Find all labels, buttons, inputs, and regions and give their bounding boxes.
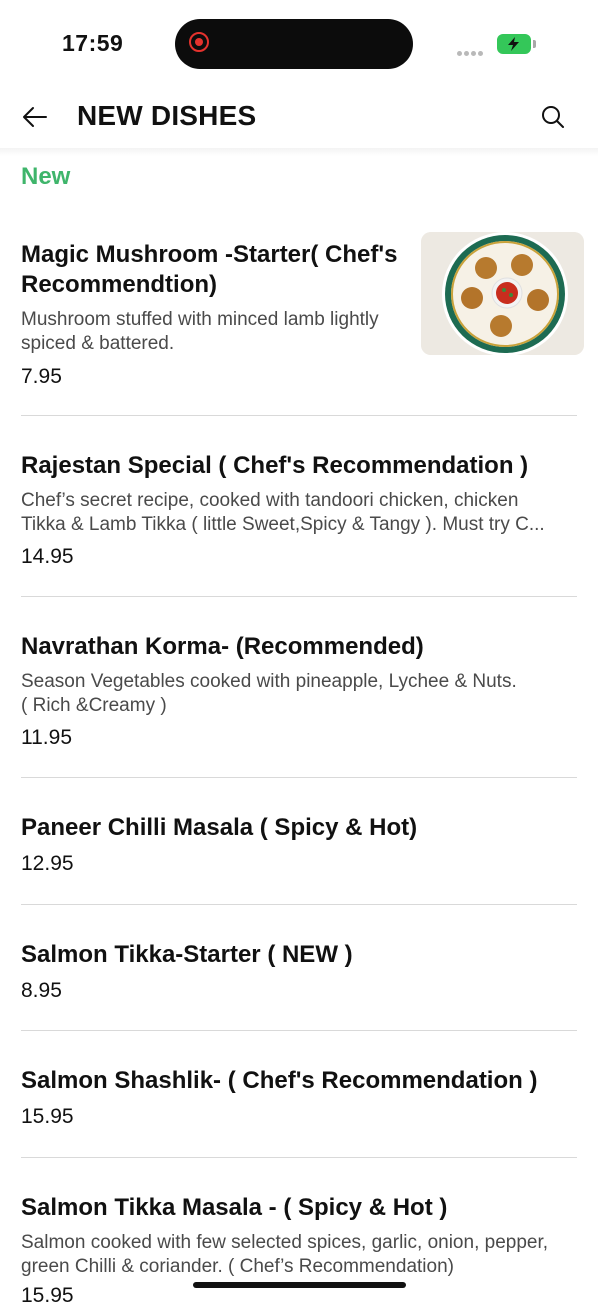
dish-name[interactable]: Salmon Shashlik- ( Chef's Recommendation… [21,1066,537,1096]
divider [21,1157,577,1158]
dish-price: 7.95 [21,365,62,388]
dish-price: 15.95 [21,1284,74,1307]
dish-image[interactable] [421,232,584,355]
battery-tip [533,40,536,48]
battery-charging-icon [497,34,531,54]
search-icon[interactable] [538,102,568,132]
dish-description: Tikka & Lamb Tikka ( little Sweet,Spicy … [21,514,545,535]
dish-description: ( Rich &Creamy ) [21,695,167,716]
app-header: NEW DISHES [0,90,598,150]
dish-price: 8.95 [21,979,62,1002]
dish-description: Season Vegetables cooked with pineapple,… [21,671,517,692]
dish-description: Mushroom stuffed with minced lamb lightl… [21,309,379,330]
dish-item[interactable] [0,0,598,1]
signal-icon [457,43,487,56]
dish-name[interactable]: Recommendtion) [21,270,217,300]
dish-description: spiced & battered. [21,333,175,354]
divider [21,1030,577,1031]
dish-price: 12.95 [21,852,74,875]
dynamic-island [175,19,413,69]
home-indicator[interactable] [193,1282,406,1288]
page-title: NEW DISHES [77,100,257,131]
arrow-left-icon[interactable] [20,102,50,132]
dish-price: 15.95 [21,1105,74,1128]
header-shadow [0,148,598,156]
dish-name[interactable]: Rajestan Special ( Chef's Recommendation… [21,451,528,481]
dish-name[interactable]: Paneer Chilli Masala ( Spicy & Hot) [21,813,417,843]
dish-description: green Chilli & coriander. ( Chef’s Recom… [21,1256,454,1277]
divider [21,415,577,416]
dish-name[interactable]: Navrathan Korma- (Recommended) [21,632,424,662]
dish-price: 14.95 [21,545,74,568]
divider [21,904,577,905]
dish-name[interactable]: Salmon Tikka Masala - ( Spicy & Hot ) [21,1193,447,1223]
status-time: 17:59 [62,30,124,56]
divider [21,596,577,597]
dish-name[interactable]: Salmon Tikka-Starter ( NEW ) [21,940,353,970]
record-icon [189,32,209,52]
divider [21,777,577,778]
status-bar: 17:59 [0,0,598,90]
section-label-new: New [21,163,71,190]
dish-description: Salmon cooked with few selected spices, … [21,1232,549,1253]
dish-description: Chef’s secret recipe, cooked with tandoo… [21,490,519,511]
dish-price: 11.95 [21,726,72,749]
dish-name[interactable]: Magic Mushroom -Starter( Chef's [21,240,397,270]
